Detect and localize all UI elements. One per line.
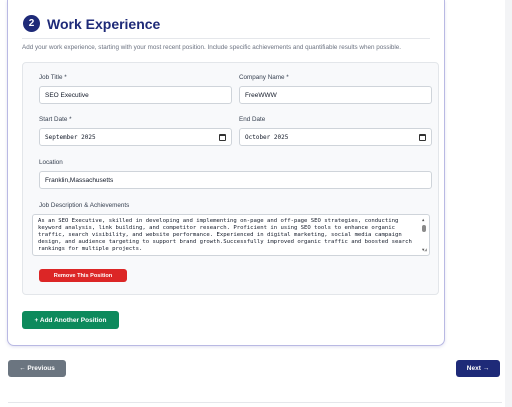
- section-intro: Add your work experience, starting with …: [22, 44, 402, 51]
- description-label: Job Description & Achievements: [39, 202, 130, 209]
- remove-position-button[interactable]: Remove This Position: [39, 269, 127, 282]
- scroll-thumb[interactable]: [422, 225, 426, 232]
- start-date-label: Start Date *: [39, 116, 72, 123]
- footer-divider: [8, 402, 502, 403]
- resize-grip-icon[interactable]: ◢: [424, 247, 427, 254]
- company-name-label: Company Name *: [239, 74, 289, 81]
- calendar-icon[interactable]: [419, 133, 426, 141]
- company-name-input[interactable]: FreeWWW: [239, 86, 432, 104]
- end-date-label: End Date: [239, 116, 266, 123]
- scroll-up-arrow-icon[interactable]: ▲: [422, 218, 424, 222]
- job-title-input[interactable]: SEO Executive: [39, 86, 232, 104]
- section-title: Work Experience: [47, 15, 161, 32]
- section-header: 2 Work Experience: [23, 15, 160, 32]
- start-date-input[interactable]: September 2025: [39, 128, 232, 146]
- description-text: As an SEO Executive, skilled in developi…: [38, 218, 412, 252]
- start-date-value: September 2025: [45, 133, 96, 141]
- calendar-icon[interactable]: [219, 133, 226, 141]
- next-button[interactable]: Next →: [456, 360, 500, 377]
- page-edge: [505, 0, 512, 407]
- location-label: Location: [39, 159, 63, 166]
- previous-button[interactable]: ← Previous: [8, 360, 66, 377]
- step-number-badge: 2: [23, 15, 40, 32]
- header-divider: [22, 38, 430, 39]
- location-input[interactable]: Franklin,Massachusetts: [39, 171, 432, 189]
- end-date-value: October 2025: [245, 133, 289, 141]
- job-title-label: Job Title *: [39, 74, 67, 81]
- end-date-input[interactable]: October 2025: [239, 128, 432, 146]
- work-experience-card: 2 Work Experience Add your work experien…: [7, 0, 445, 346]
- description-textarea[interactable]: As an SEO Executive, skilled in developi…: [32, 214, 430, 256]
- position-entry: Job Title * SEO Executive Company Name *…: [22, 62, 439, 295]
- add-another-position-button[interactable]: + Add Another Position: [22, 311, 119, 329]
